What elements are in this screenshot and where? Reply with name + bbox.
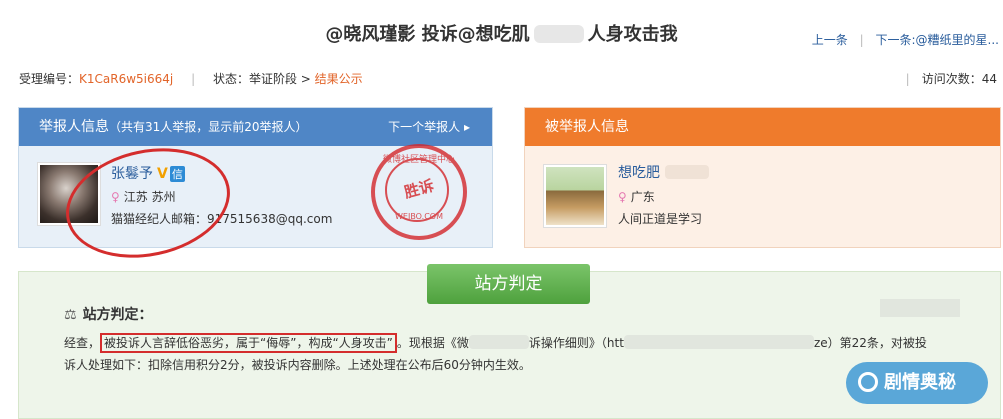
- nav-separator: |: [859, 33, 864, 47]
- reported-name-row: 想吃肥: [618, 162, 710, 182]
- reported-panel: 被举报人信息 想吃肥 ♀ 广东 人间正道是学习: [524, 107, 1001, 248]
- location-icon: ♀: [618, 190, 627, 204]
- next-reporter-link[interactable]: 下一个举报人 ▸: [388, 108, 470, 146]
- blurred-text: [468, 335, 529, 349]
- prev-link[interactable]: 上一条: [812, 33, 848, 47]
- blurred-name: [533, 25, 584, 43]
- status-result: 结果公示: [314, 72, 363, 86]
- watermark-logo: 剧情奥秘: [846, 362, 988, 404]
- reported-avatar[interactable]: [543, 164, 607, 228]
- visit-count: | 访问次数：44: [905, 72, 997, 86]
- status-label: 状态：举证阶段 >: [212, 72, 311, 86]
- reported-name[interactable]: 想吃肥: [618, 165, 660, 181]
- avatar-image: [546, 167, 604, 225]
- reported-header: 被举报人信息: [525, 108, 1000, 146]
- case-meta: 受理编号：K1CaR6w5i664j | 状态：举证阶段 > 结果公示: [19, 72, 363, 86]
- gavel-icon: ⚖: [64, 307, 77, 323]
- judgment-text: 经查， 被投诉人言辞低俗恶劣，属于“侮辱”，构成“人身攻击” 。现根据《微 诉操作细则…: [64, 332, 964, 376]
- case-id: K1CaR6w5i664j: [79, 72, 174, 86]
- logo-icon: [858, 372, 878, 392]
- judgment-heading: ⚖ 站方判定：: [64, 307, 153, 323]
- reported-location: ♀ 广东: [618, 190, 655, 204]
- reporter-header: 举报人信息（共有31人举报，显示前20举报人） 下一个举报人 ▸: [19, 108, 492, 146]
- blurred-area: [880, 299, 960, 317]
- reported-bio: 人间正道是学习: [618, 212, 703, 226]
- blurred-name: [665, 165, 710, 179]
- win-stamp: 微博社区管理中心 胜诉 WEIBO.COM: [371, 144, 467, 240]
- blurred-url: [623, 335, 814, 349]
- next-link[interactable]: 下一条:@糟纸里的星...: [876, 33, 1000, 47]
- top-navigation: 上一条 | 下一条:@糟纸里的星...: [812, 31, 999, 48]
- highlighted-verdict: 被投诉人言辞低俗恶劣，属于“侮辱”，构成“人身攻击”: [100, 333, 397, 353]
- judgment-tab: 站方判定: [427, 264, 590, 304]
